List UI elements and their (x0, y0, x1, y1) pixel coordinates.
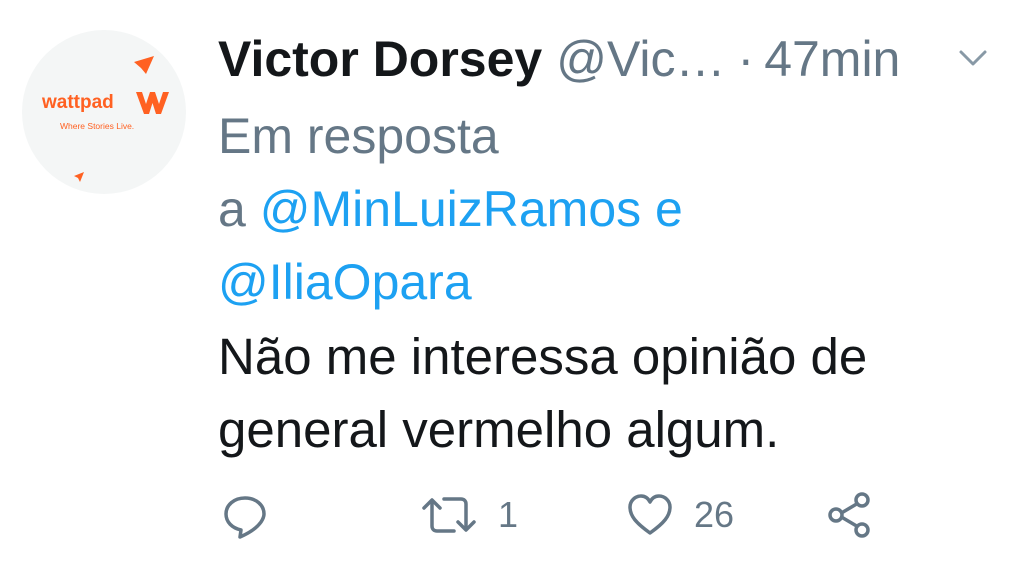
tweet-timestamp[interactable]: 47min (764, 26, 900, 92)
tweet-text-line: Não me interessa opinião de (218, 328, 868, 385)
tweet-text: Não me interessa opinião de general verm… (218, 320, 1008, 466)
reply-context: Em resposta a @MinLuizRamos e @IliaOpara (218, 100, 998, 319)
share-icon (828, 492, 870, 538)
like-button[interactable]: 26 (626, 490, 734, 540)
wattpad-w-logo (136, 92, 169, 114)
reply-button[interactable] (220, 490, 270, 540)
brand-wordmark: wattpad (41, 92, 114, 113)
heart-icon (628, 494, 672, 535)
comment-icon (224, 496, 266, 539)
tweet: wattpad Where Stories Live. Victor Dorse… (0, 0, 1024, 570)
retweet-icon (422, 497, 476, 533)
brand-tagline: Where Stories Live. (60, 121, 134, 131)
reply-context-line2: a @MinLuizRamos e (218, 173, 998, 246)
share-button[interactable] (826, 490, 874, 540)
separator-dot: · (737, 31, 755, 87)
author-name[interactable]: Victor Dorsey (218, 26, 542, 92)
avatar[interactable]: wattpad Where Stories Live. (22, 30, 186, 194)
paper-plane-icon (134, 56, 154, 74)
tweet-actions: 1 26 (0, 480, 1024, 550)
reply-context-line3: @IliaOpara (218, 246, 998, 319)
chevron-down-icon[interactable] (958, 48, 988, 68)
reply-conjunction: e (655, 181, 683, 237)
reply-context-line1: Em resposta (218, 108, 499, 164)
author-handle[interactable]: @Vic… (556, 26, 725, 92)
tweet-header: Victor Dorsey @Vic… · 47min (218, 26, 1008, 92)
tweet-text-line: general vermelho algum. (218, 401, 780, 458)
mention-link[interactable]: @MinLuizRamos (260, 181, 641, 237)
paper-plane-small-icon (74, 172, 84, 182)
reply-context-prefix: a (218, 181, 246, 237)
like-count: 26 (694, 494, 735, 535)
mention-link[interactable]: @IliaOpara (218, 254, 472, 310)
retweet-count: 1 (498, 494, 519, 535)
retweet-button[interactable]: 1 (420, 490, 518, 540)
